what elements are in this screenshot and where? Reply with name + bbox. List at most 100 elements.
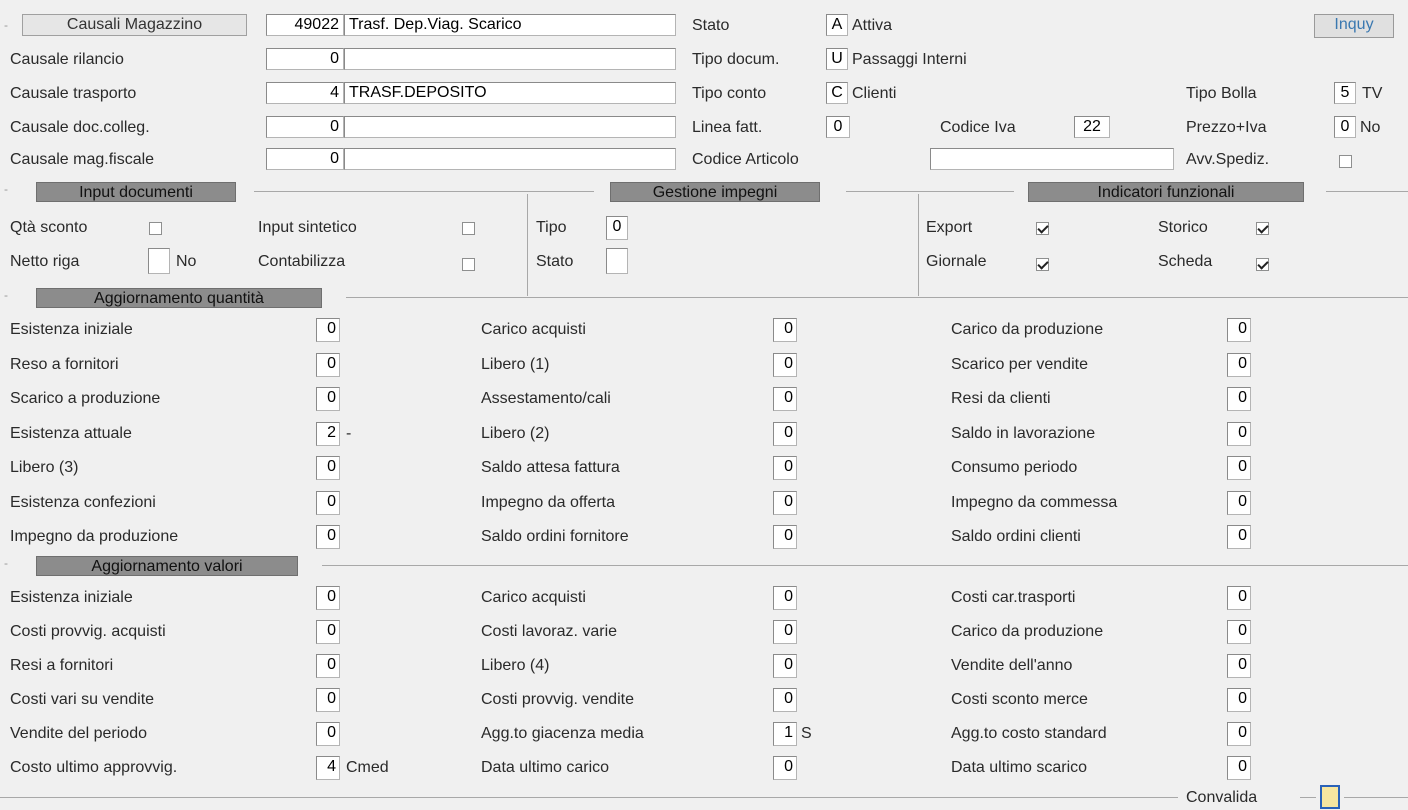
quantita-value-field[interactable]: 0	[773, 387, 797, 411]
tipo-conto-code-field[interactable]: C	[826, 82, 848, 104]
valori-value-field[interactable]: 0	[773, 586, 797, 610]
gestione-impegni-header: Gestione impegni	[610, 182, 820, 202]
valori-label: Costo ultimo approvvig.	[10, 759, 178, 776]
valori-value-field[interactable]: 4	[316, 756, 340, 780]
input-sintetico-checkbox[interactable]	[462, 222, 475, 235]
impegni-tipo-field[interactable]: 0	[606, 216, 628, 240]
quantita-label: Saldo ordini clienti	[951, 528, 1081, 545]
quantita-value-field[interactable]: 0	[773, 318, 797, 342]
quantita-value-field[interactable]: 0	[1227, 387, 1251, 411]
quantita-label: Reso a fornitori	[10, 355, 119, 373]
netto-riga-field[interactable]	[148, 248, 170, 274]
linea-fatt-field[interactable]: 0	[826, 116, 850, 138]
inquiry-button[interactable]: Inquy	[1314, 14, 1394, 38]
valori-value-field[interactable]: 0	[316, 620, 340, 644]
valori-value-field[interactable]: 0	[1227, 654, 1251, 678]
valori-value-field[interactable]: 0	[1227, 688, 1251, 712]
tipo-conto-text: Clienti	[852, 85, 897, 102]
export-checkbox[interactable]	[1036, 222, 1049, 235]
quantita-value-field[interactable]: 0	[316, 456, 340, 480]
valori-value-field[interactable]: 1	[773, 722, 797, 746]
storico-checkbox[interactable]	[1256, 222, 1269, 235]
quantita-value-field[interactable]: 0	[773, 352, 797, 377]
valori-value-field[interactable]: 0	[773, 654, 797, 678]
valori-label: Costi provvig. vendite	[481, 691, 634, 708]
quantita-label: Scarico per vendite	[951, 355, 1088, 373]
causale-description-field[interactable]: Trasf. Dep.Viag. Scarico	[344, 14, 676, 36]
quantita-value-field[interactable]: 0	[1227, 490, 1251, 515]
valori-value-field[interactable]: 0	[316, 688, 340, 712]
giornale-checkbox[interactable]	[1036, 258, 1049, 271]
stato-code-field[interactable]: A	[826, 14, 848, 36]
row-marker: -	[4, 18, 8, 32]
column-divider	[918, 194, 919, 296]
valori-value-field[interactable]: 0	[316, 586, 340, 610]
quantita-value-field[interactable]: 0	[773, 456, 797, 480]
causale-doc-colleg-code-field[interactable]: 0	[266, 116, 344, 138]
causale-doc-colleg-text-field[interactable]	[344, 116, 676, 138]
causale-doc-colleg-label: Causale doc.colleg.	[10, 119, 150, 136]
quantita-value-field[interactable]: 0	[773, 490, 797, 515]
impegni-stato-field[interactable]	[606, 248, 628, 274]
valori-value-field[interactable]: 0	[1227, 620, 1251, 644]
valori-label: Costi car.trasporti	[951, 589, 1076, 606]
convalida-button[interactable]	[1320, 785, 1340, 809]
input-sintetico-label: Input sintetico	[258, 219, 357, 236]
quantita-value-field[interactable]: 0	[773, 421, 797, 446]
contabilizza-checkbox[interactable]	[462, 258, 475, 271]
valori-value-field[interactable]: 0	[1227, 722, 1251, 746]
quantita-value-field[interactable]: 0	[316, 525, 340, 549]
quantita-label: Libero (3)	[10, 459, 79, 476]
avv-spediz-checkbox[interactable]	[1339, 155, 1352, 168]
quantita-value-field[interactable]: 0	[773, 525, 797, 549]
tipo-docum-code-field[interactable]: U	[826, 48, 848, 70]
causale-trasporto-text-field[interactable]: TRASF.DEPOSITO	[344, 82, 676, 104]
qta-sconto-label: Qtà sconto	[10, 219, 88, 236]
quantita-value-field[interactable]: 0	[1227, 421, 1251, 446]
divider	[322, 565, 1408, 566]
valori-value-field[interactable]: 0	[773, 756, 797, 780]
valori-value-field[interactable]: 0	[316, 722, 340, 746]
valori-label: Vendite dell'anno	[951, 657, 1073, 674]
quantita-label: Saldo ordini fornitore	[481, 528, 629, 545]
quantita-value-field[interactable]: 0	[1227, 352, 1251, 377]
codice-articolo-field[interactable]	[930, 148, 1174, 170]
tipo-bolla-label: Tipo Bolla	[1186, 85, 1257, 102]
causale-mag-fiscale-code-field[interactable]: 0	[266, 148, 344, 170]
tipo-bolla-code-field[interactable]: 5	[1334, 82, 1356, 104]
causale-rilancio-code-field[interactable]: 0	[266, 48, 344, 70]
causale-rilancio-text-field[interactable]	[344, 48, 676, 70]
divider	[346, 297, 1408, 298]
quantita-value-field[interactable]: 2	[316, 421, 340, 446]
tipo-conto-label: Tipo conto	[692, 85, 767, 102]
quantita-value-field[interactable]: 0	[316, 387, 340, 411]
quantita-value-field[interactable]: 0	[1227, 525, 1251, 549]
quantita-value-field[interactable]: 0	[316, 318, 340, 342]
quantita-label: Esistenza iniziale	[10, 321, 133, 338]
avv-spediz-label: Avv.Spediz.	[1186, 151, 1270, 168]
valori-label: Libero (4)	[481, 657, 550, 674]
valori-value-field[interactable]: 0	[773, 688, 797, 712]
quantita-value-field[interactable]: 0	[1227, 318, 1251, 342]
valori-value-field[interactable]: 0	[773, 620, 797, 644]
storico-label: Storico	[1158, 219, 1208, 236]
valori-label: Agg.to giacenza media	[481, 725, 644, 742]
quantita-value-field[interactable]: 0	[316, 352, 340, 377]
stato-label: Stato	[692, 17, 730, 34]
quantita-label: Assestamento/cali	[481, 390, 611, 407]
quantita-value-field[interactable]: 0	[316, 490, 340, 515]
qta-sconto-checkbox[interactable]	[149, 222, 162, 235]
quantita-suffix: -	[346, 424, 352, 442]
prezzo-iva-code-field[interactable]: 0	[1334, 116, 1356, 138]
causale-mag-fiscale-text-field[interactable]	[344, 148, 676, 170]
tipo-docum-text: Passaggi Interni	[852, 51, 967, 68]
codice-iva-field[interactable]: 22	[1074, 116, 1110, 138]
quantita-value-field[interactable]: 0	[1227, 456, 1251, 480]
scheda-checkbox[interactable]	[1256, 258, 1269, 271]
valori-value-field[interactable]: 0	[1227, 586, 1251, 610]
causali-magazzino-button[interactable]: Causali Magazzino	[22, 14, 247, 36]
causale-code-field[interactable]: 49022	[266, 14, 344, 36]
valori-value-field[interactable]: 0	[316, 654, 340, 678]
causale-trasporto-code-field[interactable]: 4	[266, 82, 344, 104]
valori-value-field[interactable]: 0	[1227, 756, 1251, 780]
